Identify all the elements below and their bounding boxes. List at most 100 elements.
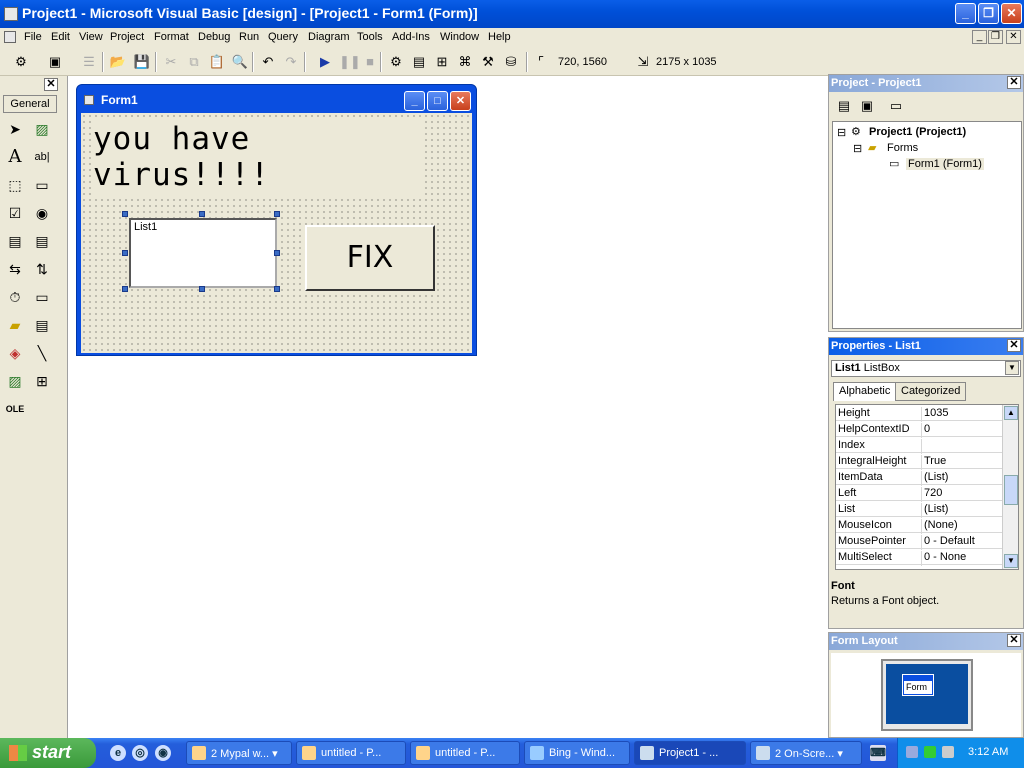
menu-query[interactable]: Query xyxy=(268,31,298,43)
scroll-thumb[interactable] xyxy=(1004,475,1018,505)
keyboard-tray-icon[interactable]: ⌨ xyxy=(870,745,886,761)
form-maximize-button[interactable]: □ xyxy=(427,91,448,111)
property-row[interactable]: IntegralHeight True xyxy=(836,453,1002,470)
resize-handle[interactable] xyxy=(274,286,280,292)
hscrollbar-tool-icon[interactable]: ⇆ xyxy=(4,258,26,280)
menu-edit[interactable]: Edit xyxy=(51,31,70,43)
task-project1[interactable]: Project1 - ... xyxy=(634,741,746,765)
timer-tool-icon[interactable]: ⏱ xyxy=(4,286,26,308)
restore-button[interactable]: ❐ xyxy=(978,3,999,24)
property-row[interactable]: Index xyxy=(836,437,1002,454)
form1-client-area[interactable]: you have virus!!!! List1 FIX xyxy=(81,113,472,353)
vscrollbar-tool-icon[interactable]: ⇅ xyxy=(31,258,53,280)
property-row[interactable]: MousePointer 0 - Default xyxy=(836,533,1002,550)
properties-window-icon[interactable]: ▤ xyxy=(410,53,428,71)
resize-handle[interactable] xyxy=(122,286,128,292)
project-panel-close-button[interactable]: ✕ xyxy=(1007,76,1021,89)
break-icon[interactable]: ❚❚ xyxy=(339,53,361,71)
chevron-down-icon[interactable]: ▼ xyxy=(1005,361,1019,375)
copy-icon[interactable]: ⧉ xyxy=(185,53,203,71)
label-tool-icon[interactable]: A xyxy=(4,146,26,168)
network-icon[interactable] xyxy=(906,746,918,758)
filelistbox-tool-icon[interactable]: ▤ xyxy=(31,314,53,336)
tab-categorized[interactable]: Categorized xyxy=(895,382,967,401)
property-row[interactable]: MultiSelect 0 - None xyxy=(836,549,1002,566)
find-icon[interactable]: 🔍 xyxy=(231,53,249,71)
minimize-button[interactable]: _ xyxy=(955,3,976,24)
property-row[interactable]: List (List) xyxy=(836,501,1002,518)
menu-help[interactable]: Help xyxy=(488,31,511,43)
resize-handle[interactable] xyxy=(122,211,128,217)
picturebox-tool-icon[interactable]: ▨ xyxy=(31,118,53,140)
frame-tool-icon[interactable]: ⬚ xyxy=(4,174,26,196)
form1-designer-window[interactable]: Form1 _ □ ✕ you have virus!!!! List1 FIX xyxy=(76,84,477,356)
task-bing[interactable]: Bing - Wind... xyxy=(524,741,630,765)
form-minimize-button[interactable]: _ xyxy=(404,91,425,111)
redo-icon[interactable]: ↷ xyxy=(282,53,300,71)
resize-handle[interactable] xyxy=(274,250,280,256)
resize-handle[interactable] xyxy=(199,286,205,292)
save-icon[interactable]: 💾 xyxy=(133,53,151,71)
toggle-folders-icon[interactable]: ▭ xyxy=(887,97,905,115)
add-form-icon[interactable]: ▣ xyxy=(46,53,64,71)
close-button[interactable]: ✕ xyxy=(1001,3,1022,24)
security-icon[interactable] xyxy=(924,746,936,758)
browser-icon[interactable]: ◎ xyxy=(132,745,148,761)
commandbutton-tool-icon[interactable]: ▭ xyxy=(31,174,53,196)
task-mypal[interactable]: 2 Mypal w... ▾ xyxy=(186,741,292,765)
mdi-minimize-button[interactable]: _ xyxy=(972,30,987,44)
menu-add-ins[interactable]: Add-Ins xyxy=(392,31,430,43)
task-paint-1[interactable]: untitled - P... xyxy=(296,741,406,765)
property-row[interactable]: Height 1035 xyxy=(836,405,1002,422)
menu-diagram[interactable]: Diagram xyxy=(308,31,350,43)
property-grid-scrollbar[interactable]: ▲ ▼ xyxy=(1002,405,1018,569)
toolbox-close-button[interactable]: ✕ xyxy=(44,78,58,91)
task-paint-2[interactable]: untitled - P... xyxy=(410,741,520,765)
clock[interactable]: 3:12 AM xyxy=(968,746,1008,758)
view-code-icon[interactable]: ▤ xyxy=(835,97,853,115)
tree-node-forms[interactable]: Forms xyxy=(887,142,918,154)
menu-debug[interactable]: Debug xyxy=(198,31,230,43)
undo-icon[interactable]: ↶ xyxy=(259,53,277,71)
object-selector-combo[interactable]: List1 ListBox ▼ xyxy=(831,360,1021,377)
start-icon[interactable]: ▶ xyxy=(316,53,334,71)
menu-project[interactable]: Project xyxy=(110,31,144,43)
mdi-restore-button[interactable]: ❐ xyxy=(988,30,1003,44)
resize-handle[interactable] xyxy=(274,211,280,217)
property-row[interactable]: HelpContextID 0 xyxy=(836,421,1002,438)
scroll-down-icon[interactable]: ▼ xyxy=(1004,554,1018,568)
menu-file[interactable]: File xyxy=(24,31,42,43)
form-position-preview[interactable]: Form xyxy=(902,674,934,696)
resize-handle[interactable] xyxy=(199,211,205,217)
resize-handle[interactable] xyxy=(122,250,128,256)
menu-window[interactable]: Window xyxy=(440,31,479,43)
end-icon[interactable]: ■ xyxy=(361,53,379,71)
property-row[interactable]: Left 720 xyxy=(836,485,1002,502)
volume-icon[interactable] xyxy=(942,746,954,758)
media-icon[interactable]: ◉ xyxy=(155,745,171,761)
property-row[interactable]: MouseIcon (None) xyxy=(836,517,1002,534)
tree-node-project[interactable]: Project1 (Project1) xyxy=(869,126,966,138)
form-close-button[interactable]: ✕ xyxy=(450,91,471,111)
menu-run[interactable]: Run xyxy=(239,31,259,43)
mdi-close-button[interactable]: ✕ xyxy=(1006,30,1021,44)
internet-explorer-icon[interactable]: e xyxy=(110,745,126,761)
cut-icon[interactable]: ✂ xyxy=(162,53,180,71)
menu-view[interactable]: View xyxy=(79,31,103,43)
paste-icon[interactable]: 📋 xyxy=(208,53,226,71)
line-tool-icon[interactable]: ╲ xyxy=(31,342,53,364)
form-layout-close-button[interactable]: ✕ xyxy=(1007,634,1021,647)
data-tool-icon[interactable]: ⊞ xyxy=(31,370,53,392)
pointer-tool-icon[interactable]: ➤ xyxy=(4,118,26,140)
menu-format[interactable]: Format xyxy=(154,31,189,43)
fix-button[interactable]: FIX xyxy=(305,225,435,291)
toolbox-icon[interactable]: ⚒ xyxy=(479,53,497,71)
list1-listbox[interactable]: List1 xyxy=(129,218,277,288)
ole-tool-icon[interactable]: OLE xyxy=(4,398,26,420)
menu-editor-icon[interactable]: ☰ xyxy=(80,53,98,71)
property-row[interactable]: ItemData (List) xyxy=(836,469,1002,486)
combobox-tool-icon[interactable]: ▤ xyxy=(4,230,26,252)
image-tool-icon[interactable]: ▨ xyxy=(4,370,26,392)
open-icon[interactable]: 📂 xyxy=(109,53,127,71)
tree-node-form1[interactable]: Form1 (Form1) xyxy=(906,158,984,170)
